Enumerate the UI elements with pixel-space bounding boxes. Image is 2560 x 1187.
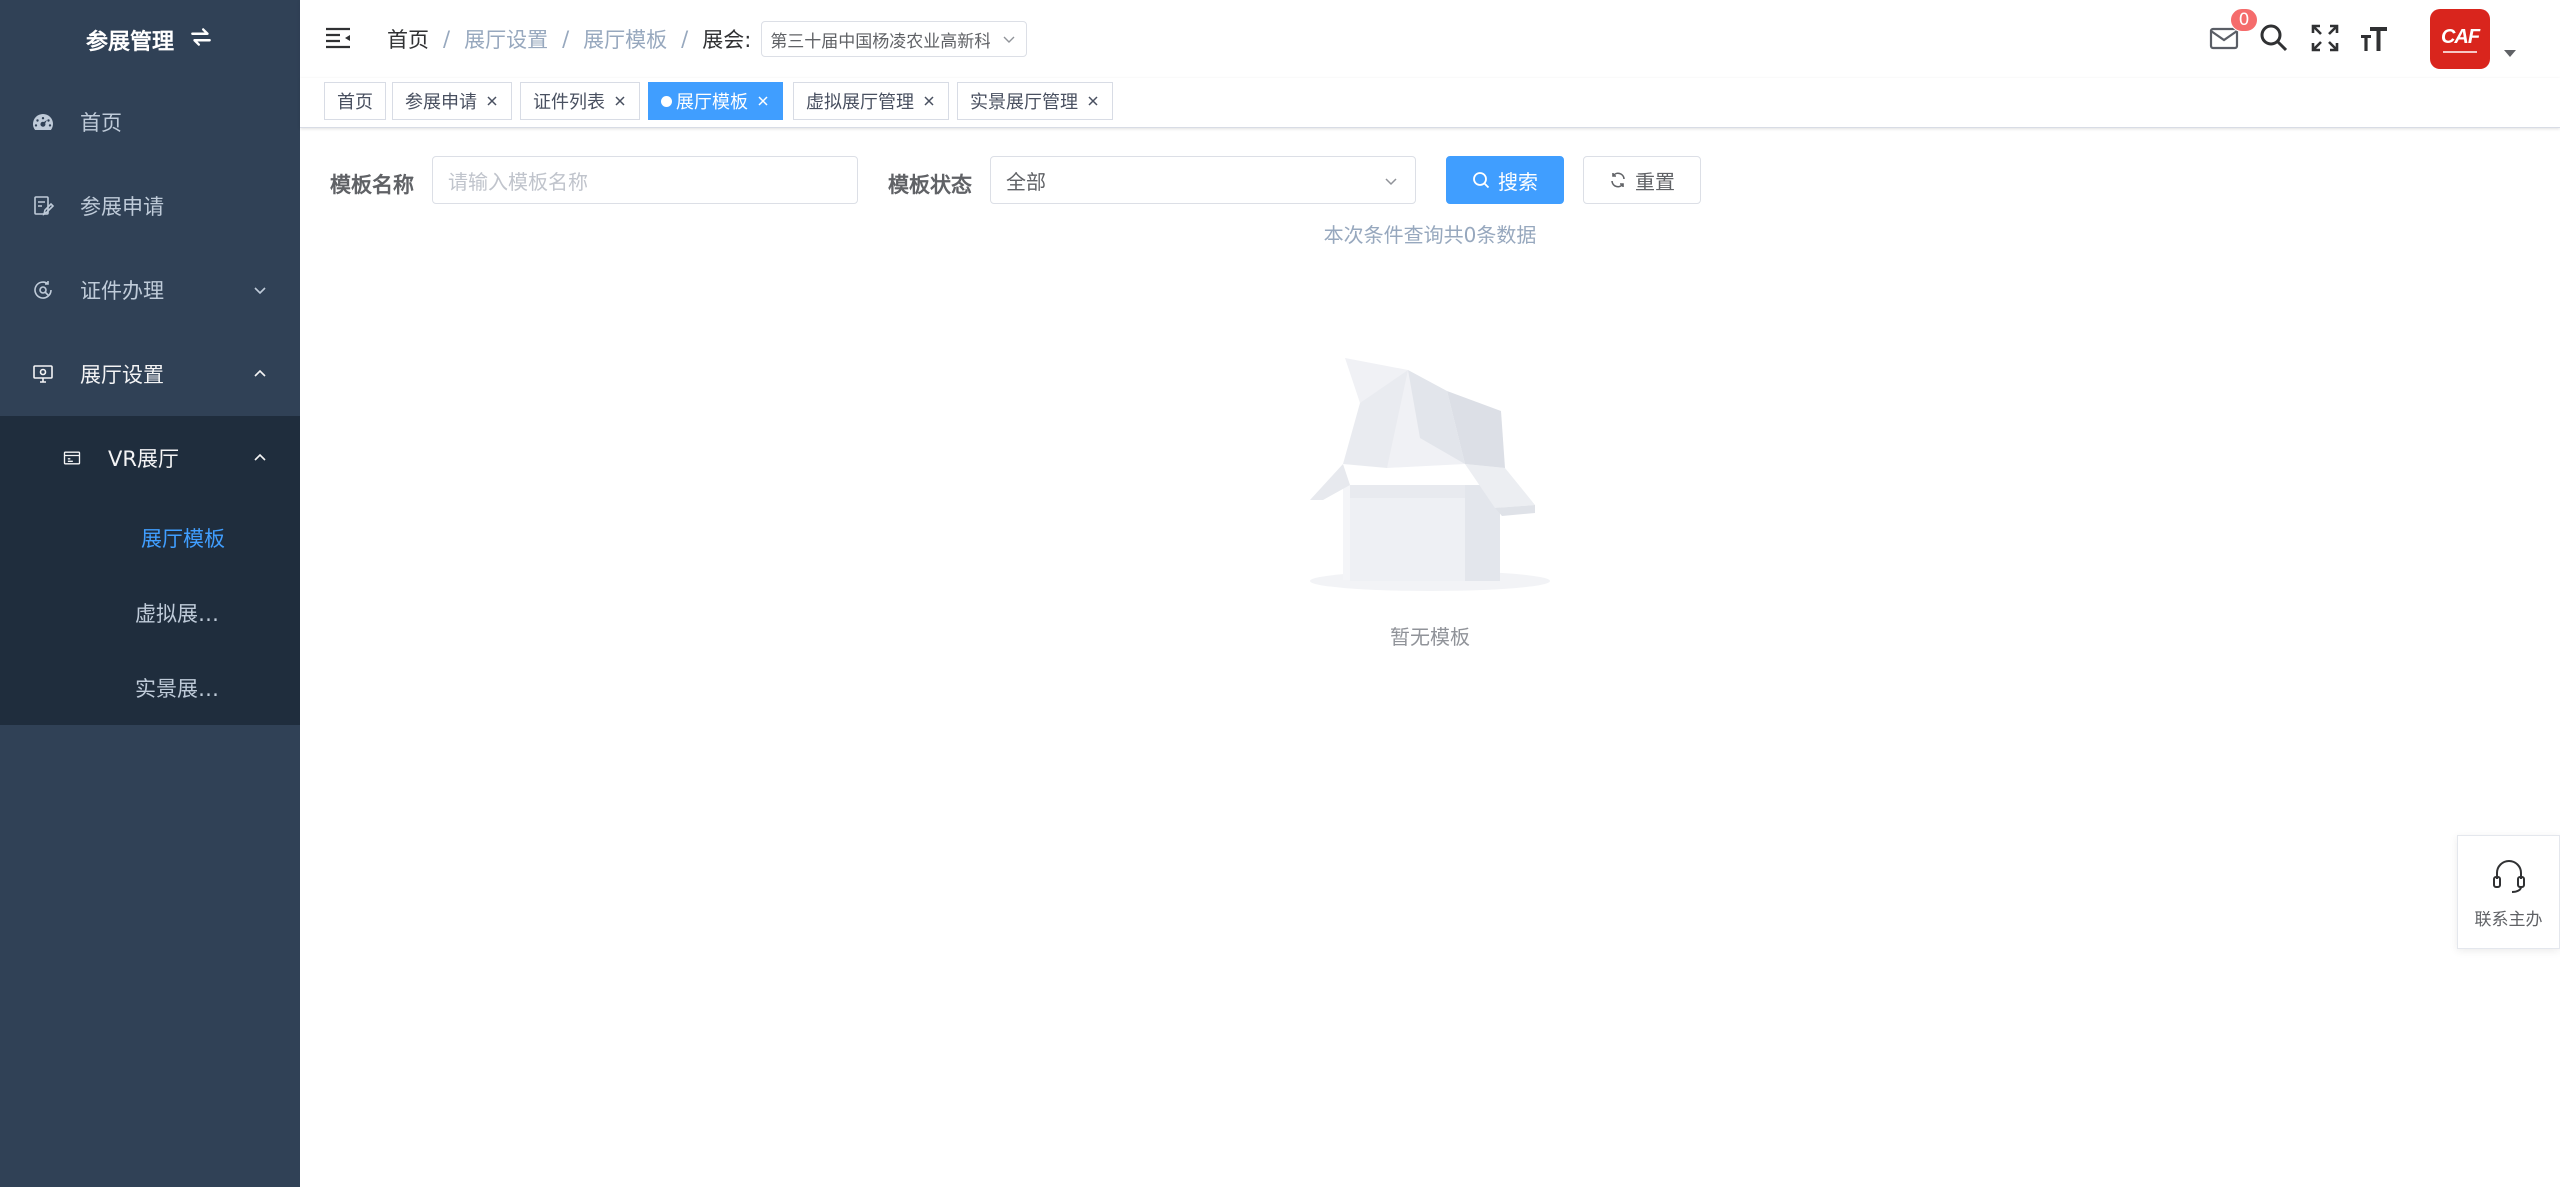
sidebar-item-hall-template[interactable]: 展厅模板: [0, 500, 300, 575]
sidebar-item-label: 参展申请: [80, 195, 164, 219]
close-icon[interactable]: [485, 94, 499, 108]
tag-application[interactable]: 参展申请: [392, 82, 512, 120]
main-content: 模板名称 请输入模板名称 模板状态 全部 搜索 重置 本次条件查询共0条数据 暂…: [300, 128, 2560, 1187]
expo-label: 展会:: [702, 28, 752, 52]
template-status-select[interactable]: 全部: [990, 156, 1416, 204]
template-name-input[interactable]: 请输入模板名称: [432, 156, 858, 204]
fullscreen-icon: [2311, 24, 2339, 52]
reset-button-label: 重置: [1635, 169, 1675, 194]
breadcrumb-hall-settings: 展厅设置: [464, 28, 549, 52]
chevron-down-icon: [254, 287, 266, 295]
avatar[interactable]: CAF: [2430, 9, 2490, 69]
breadcrumb-separator: /: [681, 27, 689, 51]
close-icon[interactable]: [1086, 94, 1100, 108]
chevron-up-icon: [254, 369, 266, 377]
tag-virtual-hall[interactable]: 虚拟展厅管理: [793, 82, 949, 120]
navbar: 首页 / 展厅设置 / 展厅模板 / 展会: 第三十届中国杨凌农业高新科技成果博…: [300, 0, 2560, 78]
avatar-logo-underline: [2443, 50, 2477, 53]
sidebar-item-label: VR展厅: [108, 447, 179, 471]
tag-real-hall[interactable]: 实景展厅管理: [957, 82, 1113, 120]
fullscreen-button[interactable]: [2309, 22, 2341, 54]
close-icon[interactable]: [613, 94, 627, 108]
tag-home[interactable]: 首页: [324, 82, 386, 120]
breadcrumb-hall-template: 展厅模板: [583, 28, 668, 52]
tags-view: 首页 参展申请 证件列表 展厅模板 虚拟展厅管理 实景展厅管理: [300, 78, 2560, 128]
sidebar-item-home[interactable]: 首页: [0, 80, 300, 164]
refresh-icon: [1611, 172, 1625, 188]
sidebar-item-application[interactable]: 参展申请: [0, 164, 300, 248]
avatar-logo-text: CAF: [2440, 25, 2480, 48]
expo-select-value: 第三十届中国杨凌农业高新科技成果博览会: [770, 31, 991, 52]
sidebar-title: 参展管理: [85, 30, 174, 55]
certificate-icon: [30, 277, 56, 303]
chevron-down-icon: [1385, 178, 1397, 186]
breadcrumb-home[interactable]: 首页: [387, 24, 429, 54]
close-icon[interactable]: [922, 94, 936, 108]
result-count-text: 本次条件查询共0条数据: [1323, 223, 1537, 247]
tag-label: 参展申请: [405, 92, 477, 113]
breadcrumb-separator: /: [562, 27, 570, 51]
sidebar-item-label: 证件办理: [80, 279, 164, 303]
sidebar-item-label: 展厅设置: [80, 363, 164, 387]
switch-icon[interactable]: [188, 24, 214, 56]
font-size-icon: [2361, 27, 2387, 51]
search-icon: [2260, 24, 2288, 52]
breadcrumb: 首页 / 展厅设置 / 展厅模板 / 展会: 第三十届中国杨凌农业高新科技成果博…: [387, 0, 1028, 78]
sidebar-item-real-hall[interactable]: 实景展…: [0, 650, 300, 725]
monitor-icon: [30, 361, 56, 387]
tag-label: 展厅模板: [676, 92, 748, 113]
caret-down-icon[interactable]: [2504, 50, 2516, 57]
submenu-hall-settings: VR展厅 展厅模板 虚拟展… 实景展…: [0, 416, 300, 725]
sidebar-item-hall-settings[interactable]: 展厅设置: [0, 332, 300, 416]
form-icon: [30, 193, 56, 219]
tag-label: 证件列表: [533, 92, 605, 113]
active-dot-icon: [661, 95, 672, 107]
navbar-right: 0 CAF: [2200, 0, 2560, 78]
tag-label: 实景展厅管理: [970, 92, 1078, 113]
sidebar-item-virtual-hall[interactable]: 虚拟展…: [0, 575, 300, 650]
template-name-label: 模板名称: [330, 173, 414, 197]
chevron-up-icon: [254, 453, 266, 461]
tag-certificate-list[interactable]: 证件列表: [520, 82, 640, 120]
search-button[interactable]: [2258, 22, 2290, 54]
tag-label: 虚拟展厅管理: [806, 92, 914, 113]
message-badge: 0: [2230, 8, 2258, 32]
hamburger-icon[interactable]: [324, 24, 352, 52]
sidebar-item-certificate[interactable]: 证件办理: [0, 248, 300, 332]
font-size-button[interactable]: [2358, 22, 2390, 54]
reset-button[interactable]: 重置: [1583, 156, 1701, 204]
sidebar: 参展管理 首页 参展申请 证件办理 展厅设置 VR展厅 展厅模板 虚拟展… 实景…: [0, 0, 300, 1187]
close-icon[interactable]: [756, 94, 770, 108]
chevron-down-icon: [1003, 36, 1015, 43]
breadcrumb-separator: /: [443, 27, 451, 51]
template-status-value: 全部: [1006, 169, 1046, 194]
tag-label: 首页: [337, 92, 373, 113]
template-name-placeholder: 请输入模板名称: [448, 169, 588, 194]
empty-box-illustration: [1310, 358, 1550, 591]
vr-icon: [62, 447, 84, 469]
contact-organizer-button[interactable]: 联系主办: [2457, 835, 2560, 949]
dashboard-icon: [30, 109, 56, 135]
expo-select[interactable]: 第三十届中国杨凌农业高新科技成果博览会: [761, 21, 1028, 57]
template-status-label: 模板状态: [888, 173, 972, 197]
message-button[interactable]: 0: [2208, 8, 2258, 54]
tag-hall-template[interactable]: 展厅模板: [648, 82, 783, 120]
sidebar-item-vr-hall[interactable]: VR展厅: [0, 416, 300, 500]
headset-icon: [2492, 859, 2525, 893]
search-button[interactable]: 搜索: [1446, 156, 1564, 204]
empty-text: 暂无模板: [1390, 625, 1470, 649]
search-icon: [1473, 172, 1490, 189]
search-button-label: 搜索: [1498, 169, 1538, 194]
sidebar-brand: 参展管理: [0, 0, 300, 80]
contact-label: 联系主办: [2474, 909, 2543, 930]
sidebar-item-label: 首页: [80, 111, 122, 135]
